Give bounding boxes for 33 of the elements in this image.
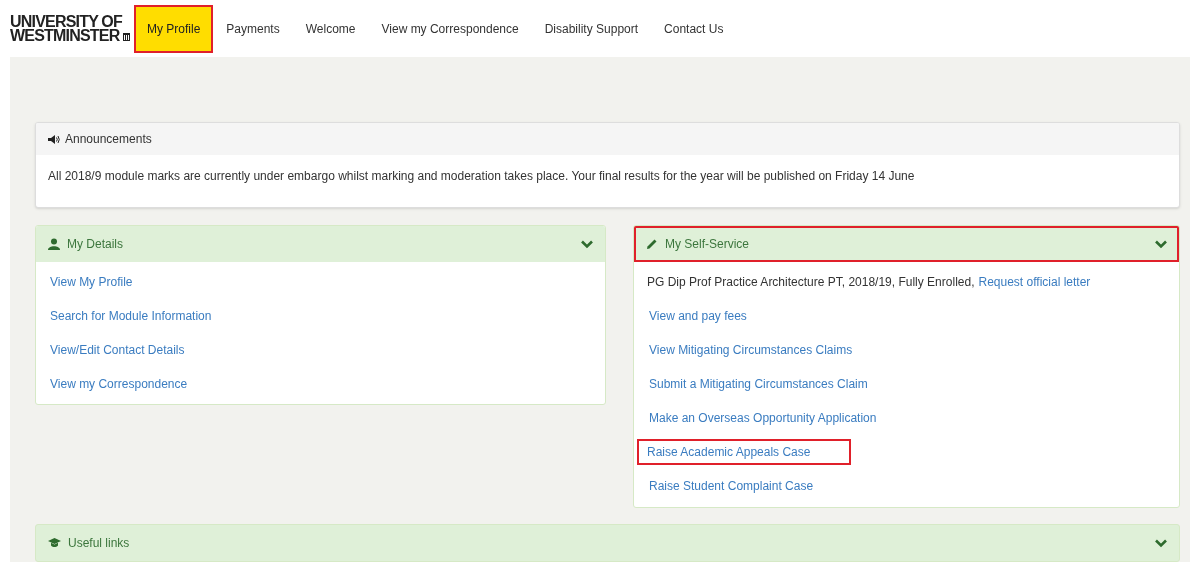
nav-tab[interactable]: Disability Support — [531, 4, 652, 53]
panel-link[interactable]: Search for Module Information — [48, 305, 214, 327]
nav-tab[interactable]: Payments — [213, 4, 293, 53]
panel-link[interactable]: View My Profile — [48, 271, 135, 293]
nav-tab[interactable]: Welcome — [292, 4, 369, 53]
user-icon — [48, 238, 60, 250]
megaphone-icon — [48, 134, 60, 144]
request-letter-link[interactable]: Request official letter — [978, 273, 1091, 291]
nav-tab[interactable]: Contact Us — [651, 4, 737, 53]
panel-link[interactable]: View my Correspondence — [48, 373, 190, 395]
enrolment-status: PG Dip Prof Practice Architecture PT, 2018/19, Fully Enrolled, — [647, 274, 975, 291]
panel-link[interactable]: Submit a Mitigating Circumstances Claim — [647, 373, 870, 395]
nav-tab[interactable]: View my Correspondence — [368, 4, 532, 53]
nav-tab[interactable]: My Profile — [134, 4, 214, 53]
pencil-icon — [646, 238, 658, 250]
university-logo[interactable]: UNIVERSITY OF WESTMINSTER — [10, 14, 130, 43]
announcement-text: All 2018/9 module marks are currently under embargo whilst marking and moderation takes place. Your final results for the year will be published on Friday 14 June — [48, 168, 916, 185]
panel-title: My Self-Service — [665, 236, 750, 253]
chevron-down-icon[interactable] — [1155, 239, 1167, 249]
panel-link[interactable]: Raise Student Complaint Case — [647, 475, 816, 497]
panel-link[interactable]: Raise Academic Appeals Case — [639, 441, 849, 463]
graduation-cap-icon — [48, 538, 61, 548]
panel-title: My Details — [67, 236, 123, 253]
panel-link[interactable]: View/Edit Contact Details — [48, 339, 187, 361]
chevron-down-icon[interactable] — [1155, 538, 1167, 548]
panel-link[interactable]: View and pay fees — [647, 305, 749, 327]
panel-title: Announcements — [65, 131, 152, 148]
panel-header[interactable]: My Details — [36, 226, 605, 262]
panel-title: Useful links — [68, 535, 130, 552]
panel-link[interactable]: View Mitigating Circumstances Claims — [647, 339, 855, 361]
panel-header[interactable]: My Self-Service — [634, 226, 1179, 262]
chevron-down-icon[interactable] — [581, 239, 593, 249]
panel-link[interactable]: Make an Overseas Opportunity Application — [647, 407, 879, 429]
